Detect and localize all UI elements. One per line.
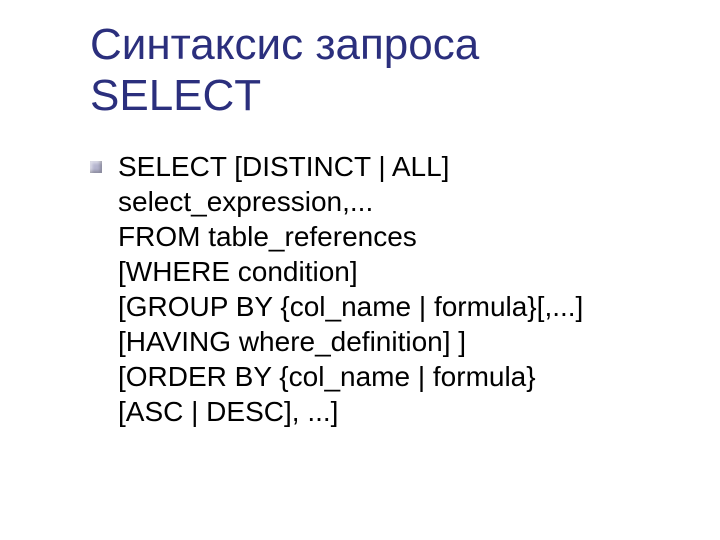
slide: Синтаксис запроса SELECT SELECT [DISTINC… (0, 0, 720, 540)
body-line-3: FROM table_references (118, 221, 417, 252)
title-line-2: SELECT (90, 71, 261, 120)
body-line-5: [GROUP BY {col_name | formula}[,...] (118, 291, 583, 322)
body-line-8: [ASC | DESC], ...] (118, 396, 338, 427)
bullet-item: SELECT [DISTINCT | ALL] select_expressio… (90, 149, 670, 429)
slide-title: Синтаксис запроса SELECT (90, 20, 670, 121)
body-line-7: [ORDER BY {col_name | formula} (118, 361, 536, 392)
title-line-1: Синтаксис запроса (90, 20, 479, 69)
body-line-1: SELECT [DISTINCT | ALL] (118, 151, 449, 182)
slide-body: SELECT [DISTINCT | ALL] select_expressio… (90, 149, 670, 429)
body-line-6: [HAVING where_definition] ] (118, 326, 466, 357)
body-line-4: [WHERE condition] (118, 256, 358, 287)
body-line-2: select_expression,... (118, 186, 373, 217)
